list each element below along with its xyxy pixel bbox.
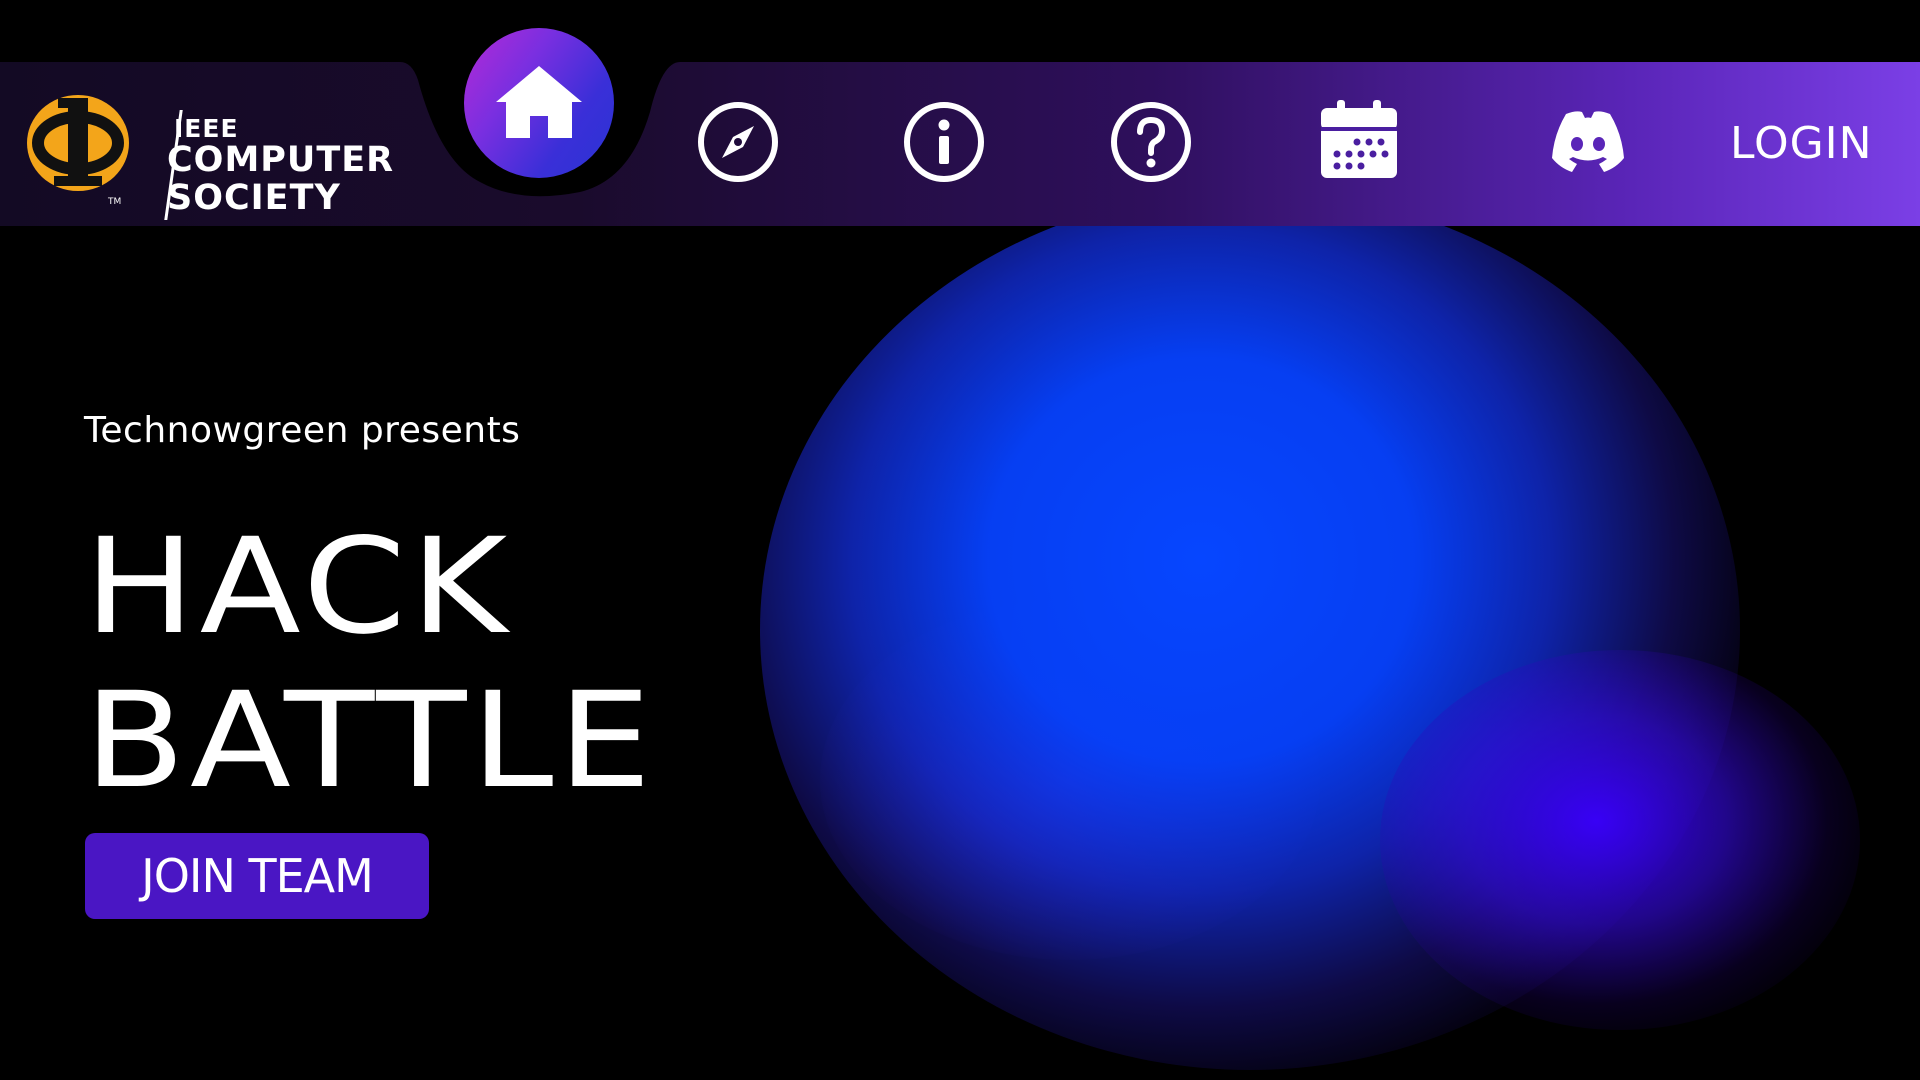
- join-team-button[interactable]: JOIN TEAM: [85, 833, 429, 919]
- nav-schedule-button[interactable]: [1317, 98, 1401, 182]
- nav-explore-button[interactable]: [696, 100, 780, 184]
- brand-line-computer: COMPUTER: [167, 140, 395, 180]
- calendar-icon: [1321, 100, 1397, 178]
- trademark-label: TM: [107, 197, 121, 207]
- nav-help-button[interactable]: [1109, 100, 1193, 184]
- hero-title: HACK BATTLE: [84, 510, 656, 818]
- navbar: TM IEEE COMPUTER SOCIETY LOGIN: [0, 28, 1920, 226]
- discord-icon: [1552, 111, 1624, 172]
- home-button[interactable]: [464, 28, 614, 178]
- home-icon: [496, 66, 582, 138]
- hero-subtitle: Technowgreen presents: [84, 410, 521, 451]
- brand-line-ieee: IEEE: [174, 114, 239, 143]
- hero-title-line-1: HACK: [84, 510, 512, 664]
- nav-info-button[interactable]: [902, 100, 986, 184]
- hero-title-line-2: BATTLE: [84, 664, 656, 818]
- glow-blue: [760, 190, 1740, 1070]
- info-icon: [904, 102, 984, 182]
- hero-section: Technowgreen presents HACK BATTLE JOIN T…: [84, 400, 844, 940]
- glow-violet: [1380, 650, 1860, 1030]
- login-button[interactable]: LOGIN: [1730, 114, 1910, 174]
- brand-line-society: SOCIETY: [167, 178, 341, 218]
- compass-icon: [698, 102, 778, 182]
- help-icon: [1111, 102, 1191, 182]
- ieee-cs-logo-icon: TM: [27, 95, 129, 207]
- nav-discord-button[interactable]: [1546, 100, 1630, 184]
- glow-purple: [820, 600, 1320, 960]
- brand[interactable]: TM IEEE COMPUTER SOCIETY: [24, 88, 404, 220]
